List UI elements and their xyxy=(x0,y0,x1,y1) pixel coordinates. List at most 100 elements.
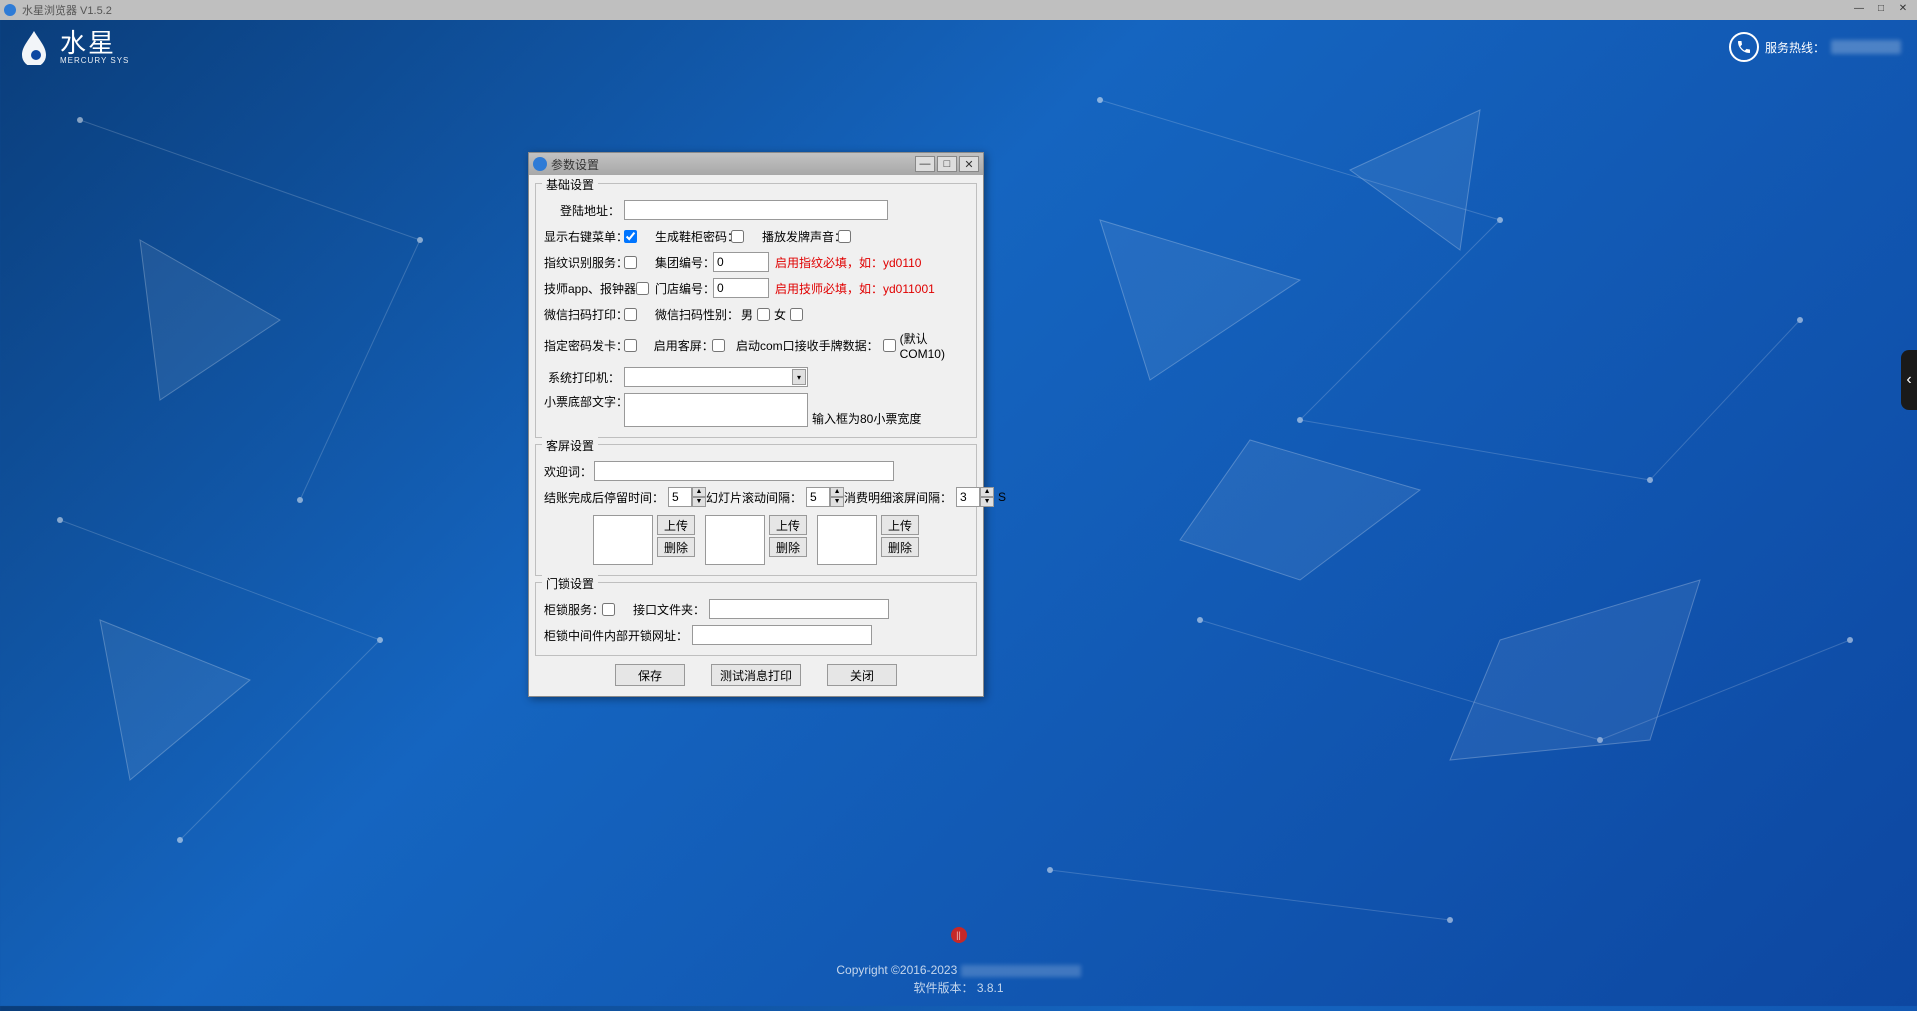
right-menu-checkbox[interactable] xyxy=(624,230,637,243)
com-port-checkbox[interactable] xyxy=(883,339,896,352)
stay-time-label: 结账完成后停留时间： xyxy=(544,489,668,506)
maximize-icon[interactable]: □ xyxy=(1871,0,1891,16)
unit-s: S xyxy=(998,490,1006,504)
up-icon[interactable]: ▲ xyxy=(830,487,844,497)
brand-zh: 水星 xyxy=(60,30,129,56)
slide-interval-spinner[interactable]: ▲▼ xyxy=(806,487,844,507)
close-button[interactable]: 关闭 xyxy=(827,664,897,686)
printer-label: 系统打印机： xyxy=(544,369,624,386)
play-sound-label: 播放发牌声音： xyxy=(762,228,838,245)
save-button[interactable]: 保存 xyxy=(615,664,685,686)
interface-folder-label: 接口文件夹： xyxy=(633,601,709,618)
image-preview xyxy=(705,515,765,565)
cabinet-service-label: 柜锁服务： xyxy=(544,601,602,618)
dialog-titlebar[interactable]: 参数设置 — □ ✕ xyxy=(529,153,983,175)
dialog-close-icon[interactable]: ✕ xyxy=(959,156,979,172)
version-label: 软件版本： xyxy=(913,981,973,995)
slide-interval-input[interactable] xyxy=(806,487,830,507)
group-basic-title: 基础设置 xyxy=(542,176,598,193)
com-port-label: 启动com口接收手牌数据： xyxy=(736,337,883,354)
gender-male-checkbox[interactable] xyxy=(757,308,770,321)
cabinet-pwd-checkbox[interactable] xyxy=(731,230,744,243)
detail-scroll-input[interactable] xyxy=(956,487,980,507)
image-preview xyxy=(817,515,877,565)
group-lock: 门锁设置 柜锁服务： 接口文件夹： 柜锁中间件内部开锁网址： xyxy=(535,582,977,656)
wechat-print-checkbox[interactable] xyxy=(624,308,637,321)
dialog-title: 参数设置 xyxy=(551,156,599,173)
test-print-button[interactable]: 测试消息打印 xyxy=(711,664,801,686)
ticket-footer-label: 小票底部文字： xyxy=(544,393,624,410)
image-slot-2: 上传 删除 xyxy=(705,515,807,565)
detail-scroll-spinner[interactable]: ▲▼ xyxy=(956,487,994,507)
pwd-card-label: 指定密码发卡： xyxy=(544,337,624,354)
brand-en: MERCURY SYS xyxy=(60,56,129,65)
app-window-title: 水星浏览器 V1.5.2 xyxy=(22,2,112,18)
version-value: 3.8.1 xyxy=(977,981,1004,995)
group-basic: 基础设置 登陆地址： 显示右键菜单： 生成鞋柜密码： 播放发牌声音： 指纹识别服… xyxy=(535,183,977,438)
globe-icon xyxy=(4,4,16,16)
guest-screen-label: 启用客屏： xyxy=(654,337,712,354)
logo: 水星 MERCURY SYS xyxy=(16,29,129,65)
image-slot-1: 上传 删除 xyxy=(593,515,695,565)
wechat-gender-label: 微信扫码性别： xyxy=(655,306,731,323)
welcome-input[interactable] xyxy=(594,461,894,481)
group-no-hint: 启用指纹必填，如：yd0110 xyxy=(775,254,921,271)
dialog-maximize-icon[interactable]: □ xyxy=(937,156,957,172)
group-no-input[interactable] xyxy=(713,252,769,272)
gender-male-label: 男 xyxy=(741,306,753,323)
upload-button[interactable]: 上传 xyxy=(881,515,919,535)
image-slot-3: 上传 删除 xyxy=(817,515,919,565)
middleware-url-input[interactable] xyxy=(692,625,872,645)
delete-button[interactable]: 删除 xyxy=(657,537,695,557)
up-icon[interactable]: ▲ xyxy=(980,487,994,497)
settings-dialog: 参数设置 — □ ✕ 基础设置 登陆地址： 显示右键菜单： 生成鞋柜密码： 播放… xyxy=(528,152,984,697)
welcome-label: 欢迎词： xyxy=(544,463,594,480)
com-default-text: (默认COM10) xyxy=(900,330,968,361)
chevron-down-icon[interactable]: ▾ xyxy=(792,369,806,385)
close-icon[interactable]: ✕ xyxy=(1893,0,1913,16)
down-icon[interactable]: ▼ xyxy=(980,497,994,507)
pause-indicator-icon xyxy=(951,927,967,943)
phone-icon xyxy=(1729,32,1759,62)
water-drop-icon xyxy=(16,29,52,65)
interface-folder-input[interactable] xyxy=(709,599,889,619)
login-addr-input[interactable] xyxy=(624,200,888,220)
dialog-button-row: 保存 测试消息打印 关闭 xyxy=(535,664,977,686)
cabinet-pwd-label: 生成鞋柜密码： xyxy=(655,228,731,245)
dialog-minimize-icon[interactable]: — xyxy=(915,156,935,172)
printer-input[interactable] xyxy=(624,367,808,387)
cabinet-service-checkbox[interactable] xyxy=(602,603,615,616)
guest-screen-checkbox[interactable] xyxy=(712,339,725,352)
footer: Copyright ©2016-2023 软件版本： 3.8.1 xyxy=(0,927,1917,998)
store-no-label: 门店编号： xyxy=(655,280,713,297)
pwd-card-checkbox[interactable] xyxy=(624,339,637,352)
down-icon[interactable]: ▼ xyxy=(692,497,706,507)
fingerprint-label: 指纹识别服务： xyxy=(544,254,624,271)
tech-app-label: 技师app、报钟器： xyxy=(544,280,636,297)
group-no-label: 集团编号： xyxy=(655,254,713,271)
gender-female-checkbox[interactable] xyxy=(790,308,803,321)
ticket-footer-textarea[interactable] xyxy=(624,393,808,427)
play-sound-checkbox[interactable] xyxy=(838,230,851,243)
tech-app-checkbox[interactable] xyxy=(636,282,649,295)
store-no-hint: 启用技师必填，如：yd011001 xyxy=(775,280,935,297)
stay-time-spinner[interactable]: ▲▼ xyxy=(668,487,706,507)
login-addr-label: 登陆地址： xyxy=(544,202,624,219)
printer-combo[interactable]: ▾ xyxy=(624,367,808,387)
hotline-number-blurred xyxy=(1831,40,1901,54)
down-icon[interactable]: ▼ xyxy=(830,497,844,507)
fingerprint-checkbox[interactable] xyxy=(624,256,637,269)
store-no-input[interactable] xyxy=(713,278,769,298)
group-lock-title: 门锁设置 xyxy=(542,575,598,592)
up-icon[interactable]: ▲ xyxy=(692,487,706,497)
upload-button[interactable]: 上传 xyxy=(769,515,807,535)
copyright-text: Copyright ©2016-2023 xyxy=(836,963,957,977)
dialog-icon xyxy=(533,157,547,171)
image-preview xyxy=(593,515,653,565)
delete-button[interactable]: 删除 xyxy=(769,537,807,557)
delete-button[interactable]: 删除 xyxy=(881,537,919,557)
upload-button[interactable]: 上传 xyxy=(657,515,695,535)
side-drawer-handle[interactable]: ‹ xyxy=(1901,350,1917,410)
minimize-icon[interactable]: — xyxy=(1849,0,1869,16)
stay-time-input[interactable] xyxy=(668,487,692,507)
